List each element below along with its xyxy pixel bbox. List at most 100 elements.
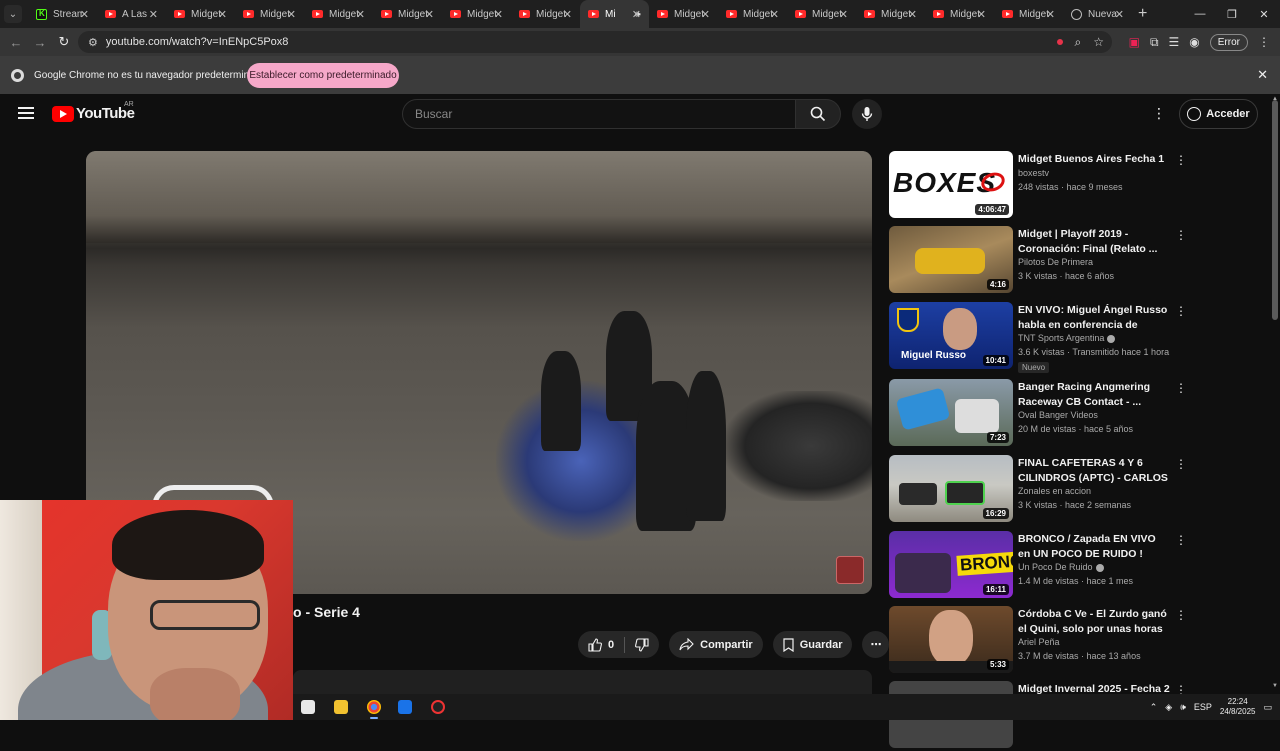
share-button[interactable]: Compartir [669,631,763,658]
close-window-icon[interactable]: ✕ [1248,0,1280,28]
signin-button[interactable]: Acceder [1179,99,1258,129]
forward-icon[interactable]: → [28,30,52,54]
site-info-icon[interactable]: ⚙ [88,36,98,49]
recommendation-title[interactable]: Midget | Playoff 2019 - Coronación: Fina… [1018,227,1170,256]
search-button[interactable] [795,99,841,129]
browser-tab[interactable]: Midget ✕ [649,0,718,28]
more-options-icon[interactable]: ⋮ [1175,608,1187,622]
extension-icon[interactable]: ▣ [1129,35,1140,49]
reading-list-icon[interactable]: ☰ [1169,35,1180,49]
profile-error-button[interactable]: Error [1209,33,1248,51]
menu-icon[interactable] [18,107,34,119]
recommendation-item[interactable]: BRONCO 16:11 BRONCO / Zapada EN VIVO en UN… [889,531,1189,601]
language-indicator[interactable]: ESP [1194,702,1212,712]
file-explorer-icon[interactable] [334,700,348,714]
bookmark-star-icon[interactable]: ☆ [1093,35,1104,49]
browser-tab[interactable]: Nueva ✕ [1063,0,1132,28]
recommendation-title[interactable]: EN VIVO: Miguel Ángel Russo habla en con… [1018,303,1170,332]
tab-close-icon[interactable]: ✕ [80,8,89,21]
clock[interactable]: 22:24 24/8/2025 [1220,697,1256,717]
tab-close-icon[interactable]: ✕ [356,8,365,21]
more-options-icon[interactable]: ⋮ [1175,457,1187,471]
browser-tab[interactable]: Midget ✕ [235,0,304,28]
chrome-menu-icon[interactable]: ⋮ [1258,35,1270,49]
youtube-logo[interactable]: YouTube AR [52,101,135,122]
video-thumbnail[interactable]: BOXES 4:06:47 [889,151,1013,218]
maximize-icon[interactable]: ❐ [1216,0,1248,28]
browser-tab[interactable]: Midget ✕ [304,0,373,28]
browser-tab[interactable]: Midget ✕ [442,0,511,28]
address-bar[interactable]: ⚙ youtube.com/watch?v=InENpC5Pox8 ⌕ ☆ [78,31,1112,53]
channel-name[interactable]: Oval Banger Videos [1018,410,1098,420]
browser-tab[interactable]: Midget ✕ [787,0,856,28]
channel-name[interactable]: Pilotos De Primera [1018,257,1093,267]
mail-icon[interactable] [398,700,412,714]
more-actions-button[interactable]: ⋯ [862,631,890,658]
browser-tab[interactable]: Stream✕ [28,0,97,28]
tab-close-icon[interactable]: ✕ [701,8,710,21]
recommendation-item[interactable]: 7:23 Banger Racing Angmering Raceway CB C… [889,379,1189,449]
browser-tab[interactable]: Midget ✕ [994,0,1063,28]
more-options-icon[interactable]: ⋮ [1175,381,1187,395]
channel-name[interactable]: Un Poco De Ruido [1018,562,1104,572]
more-options-icon[interactable]: ⋮ [1175,533,1187,547]
browser-tab[interactable]: Mi 🕪 ✕ [580,0,649,28]
browser-tab[interactable]: Midget ✕ [373,0,442,28]
profile-icon[interactable]: ◉ [1189,35,1199,49]
tab-close-icon[interactable]: ✕ [977,8,986,21]
set-default-button[interactable]: Establecer como predeterminado [247,63,399,88]
recommendation-item[interactable]: 16:29 FINAL CAFETERAS 4 Y 6 CILINDROS (AP… [889,455,1189,525]
tab-close-icon[interactable]: ✕ [1115,8,1124,21]
search-input[interactable] [415,107,775,121]
video-thumbnail[interactable]: 16:29 [889,455,1013,522]
settings-kebab-icon[interactable]: ⋮ [1152,105,1166,122]
tab-close-icon[interactable]: ✕ [1046,8,1055,21]
recommendation-title[interactable]: BRONCO / Zapada EN VIVO en UN POCO DE RU… [1018,532,1170,561]
tab-close-icon[interactable]: ✕ [908,8,917,21]
tab-close-icon[interactable]: ✕ [563,8,572,21]
channel-name[interactable]: Zonales en accion [1018,486,1091,496]
recommendation-item[interactable]: BOXES 4:06:47 Midget Buenos Aires Fecha 1b… [889,151,1189,221]
extensions-puzzle-icon[interactable]: ⧉ [1150,35,1159,50]
save-button[interactable]: Guardar [772,631,853,658]
recommendation-title[interactable]: Midget Buenos Aires Fecha 1 [1018,152,1170,167]
recommendation-item[interactable]: 4:16 Midget | Playoff 2019 - Coronación: … [889,226,1189,296]
new-tab-button[interactable]: + [1138,5,1147,23]
minimize-icon[interactable]: — [1184,0,1216,28]
obs-icon[interactable] [431,700,445,714]
close-icon[interactable]: ✕ [1257,67,1268,83]
more-options-icon[interactable]: ⋮ [1175,153,1187,167]
network-icon[interactable]: ◈ [1165,702,1172,713]
back-icon[interactable]: ← [4,30,28,54]
browser-tab[interactable]: Midget ✕ [925,0,994,28]
tab-close-icon[interactable]: ✕ [287,8,296,21]
browser-tab[interactable]: Midget ✕ [166,0,235,28]
recommendation-title[interactable]: Banger Racing Angmering Raceway CB Conta… [1018,380,1170,409]
tray-overflow-icon[interactable]: ⌃ [1150,702,1158,713]
volume-icon[interactable]: 🕪 [1180,702,1186,713]
like-button[interactable]: 0 [578,631,624,658]
video-thumbnail[interactable]: 5:33 [889,606,1013,673]
notifications-icon[interactable]: ▭ [1263,702,1272,713]
scroll-down-icon[interactable]: ▼ [1272,683,1278,689]
url-text[interactable]: youtube.com/watch?v=InENpC5Pox8 [106,36,289,48]
video-thumbnail[interactable]: Miguel Russo 10:41 [889,302,1013,369]
more-options-icon[interactable]: ⋮ [1175,228,1187,242]
recommendation-title[interactable]: Córdoba C Ve - El Zurdo ganó el Quini, s… [1018,607,1170,636]
tab-close-icon[interactable]: ✕ [770,8,779,21]
zoom-icon[interactable]: ⌕ [1075,35,1082,50]
recommendation-title[interactable]: FINAL CAFETERAS 4 Y 6 CILINDROS (APTC) -… [1018,456,1170,485]
browser-tab[interactable]: A Las ✕ [97,0,166,28]
voice-search-button[interactable] [852,99,882,129]
tab-search-icon[interactable]: ⌄ [4,5,22,23]
chrome-taskbar-icon[interactable] [367,700,381,719]
channel-name[interactable]: TNT Sports Argentina [1018,333,1116,343]
channel-watermark-icon[interactable] [836,556,864,584]
tab-close-icon[interactable]: ✕ [632,8,641,21]
browser-tab[interactable]: Midget ✕ [511,0,580,28]
dislike-button[interactable] [625,631,659,658]
video-thumbnail[interactable]: BRONCO 16:11 [889,531,1013,598]
recommendation-item[interactable]: Miguel Russo 10:41 EN VIVO: Miguel Ángel R… [889,302,1189,373]
channel-name[interactable]: boxestv [1018,168,1049,178]
more-options-icon[interactable]: ⋮ [1175,304,1187,318]
